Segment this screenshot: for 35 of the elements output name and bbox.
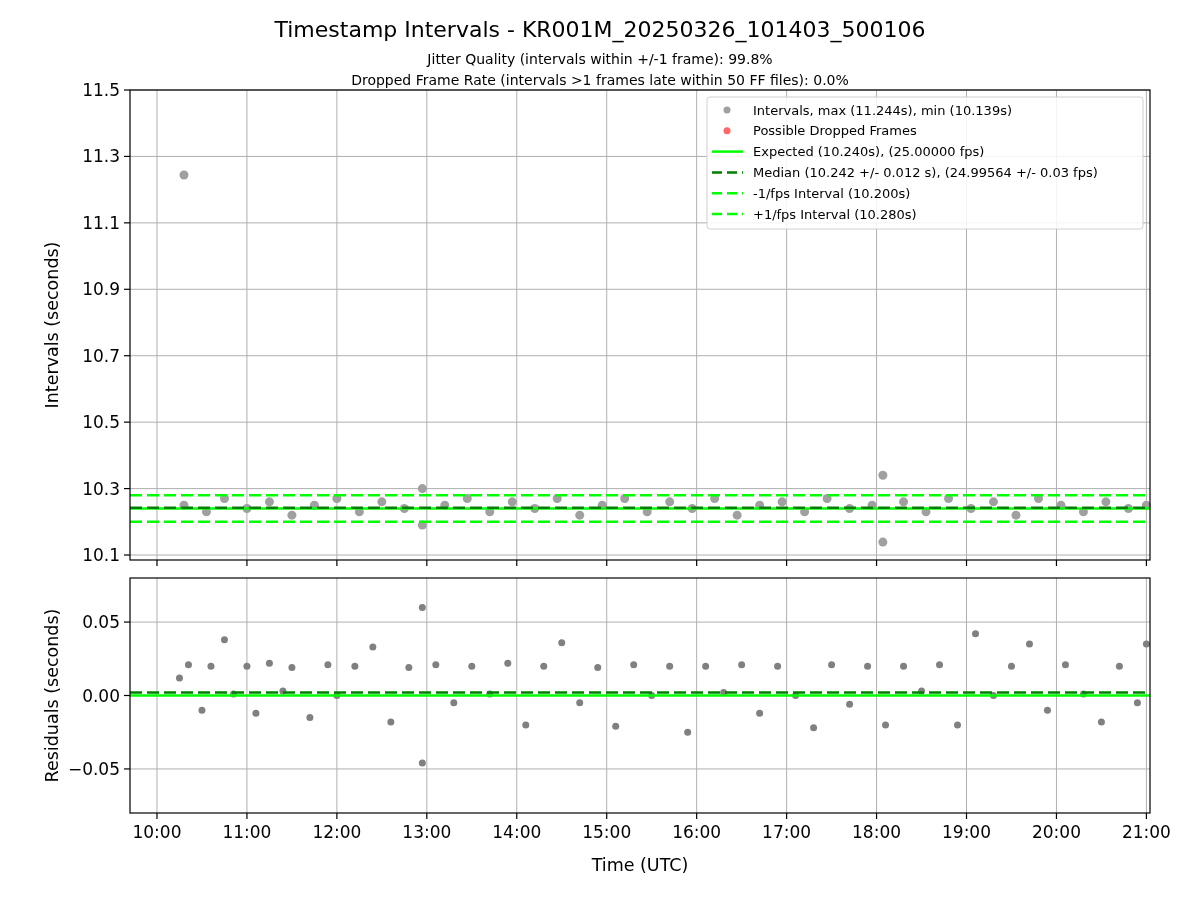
- x-tick-label: 19:00: [942, 822, 991, 842]
- y-tick-label: 10.7: [82, 345, 120, 366]
- x-tick-label: 11:00: [222, 822, 272, 842]
- y-tick-label: 11.3: [82, 146, 120, 167]
- y-axis-label: Intervals (seconds): [42, 241, 62, 409]
- y-tick-label: 0.00: [82, 685, 120, 706]
- chart-subtitle: Jitter Quality (intervals within +/-1 frame): 99.8%: [427, 51, 773, 67]
- chart-subtitle: Dropped Frame Rate (intervals >1 frames late within 50 FF files): 0.0%: [351, 72, 849, 88]
- x-tick-label: 16:00: [672, 822, 722, 842]
- legend-label: Median (10.242 +/- 0.012 s), (24.99564 +/- 0.03 fps): [753, 164, 1098, 180]
- y-tick-label: 11.1: [82, 212, 120, 233]
- x-tick-label: 13:00: [402, 822, 452, 842]
- legend-label: Expected (10.240s), (25.00000 fps): [753, 144, 985, 160]
- x-tick-label: 14:00: [492, 822, 542, 842]
- y-tick-label: 10.3: [82, 478, 120, 499]
- legend-label: Possible Dropped Frames: [753, 123, 917, 139]
- y-tick-label: 10.9: [82, 279, 120, 300]
- y-tick-label: −0.05: [67, 758, 120, 779]
- x-tick-label: 10:00: [132, 822, 182, 842]
- y-tick-label: 11.5: [82, 80, 120, 100]
- x-tick-label: 21:00: [1121, 822, 1171, 842]
- y-tick-label: 10.5: [82, 412, 120, 433]
- x-tick-label: 18:00: [852, 822, 902, 842]
- y-axis-label: Residuals (seconds): [42, 608, 62, 783]
- x-tick-label: 20:00: [1031, 822, 1081, 842]
- legend-label: -1/fps Interval (10.200s): [753, 185, 911, 201]
- x-tick-label: 15:00: [582, 822, 632, 842]
- x-tick-label: 17:00: [762, 822, 812, 842]
- x-axis-label: Time (UTC): [591, 855, 689, 875]
- legend-label: +1/fps Interval (10.280s): [753, 206, 917, 222]
- y-tick-label: 10.1: [82, 545, 120, 565]
- legend-label: Intervals, max (11.244s), min (10.139s): [753, 102, 1012, 118]
- y-tick-label: 0.05: [82, 612, 120, 633]
- chart-title: Timestamp Intervals - KR001M_20250326_101403_500106: [274, 17, 926, 42]
- x-tick-label: 12:00: [312, 822, 362, 842]
